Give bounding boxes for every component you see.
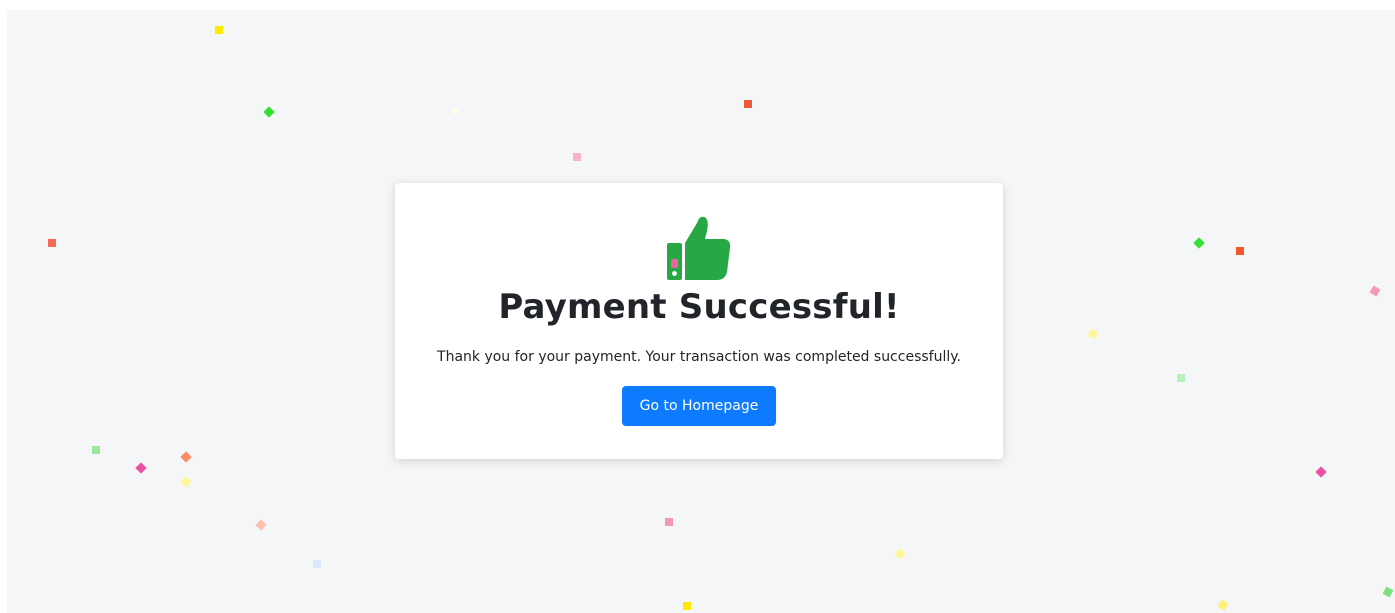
confetti-piece: [1217, 599, 1229, 611]
confetti-piece: [744, 100, 752, 108]
confetti-piece: [683, 602, 691, 610]
confetti-piece: [215, 26, 223, 34]
confetti-piece: [1382, 586, 1394, 598]
confetti-piece: [573, 153, 581, 161]
confirmation-message: Thank you for your payment. Your transac…: [437, 349, 961, 365]
confetti-piece: [1193, 237, 1205, 249]
payment-success-card: Payment Successful! Thank you for your p…: [395, 183, 1003, 459]
confetti-piece: [894, 548, 906, 560]
confetti-piece: [452, 108, 458, 114]
confetti-piece: [1236, 247, 1244, 255]
page-title: Payment Successful!: [498, 287, 900, 327]
thumbs-up-icon: [667, 216, 731, 280]
confetti-piece: [92, 446, 100, 454]
go-to-homepage-button[interactable]: Go to Homepage: [622, 386, 776, 426]
success-page: Payment Successful! Thank you for your p…: [7, 10, 1395, 613]
confetti-piece: [255, 519, 267, 531]
confetti-piece: [665, 518, 673, 526]
confetti-piece: [313, 560, 321, 568]
confetti-piece: [1369, 285, 1381, 297]
confetti-piece: [1315, 466, 1327, 478]
confetti-piece: [1087, 328, 1099, 340]
confetti-piece: [1177, 374, 1185, 382]
confetti-piece: [180, 451, 192, 463]
confetti-piece: [135, 462, 147, 474]
confetti-piece: [263, 106, 275, 118]
confetti-piece: [180, 476, 192, 488]
confetti-piece: [48, 239, 56, 247]
